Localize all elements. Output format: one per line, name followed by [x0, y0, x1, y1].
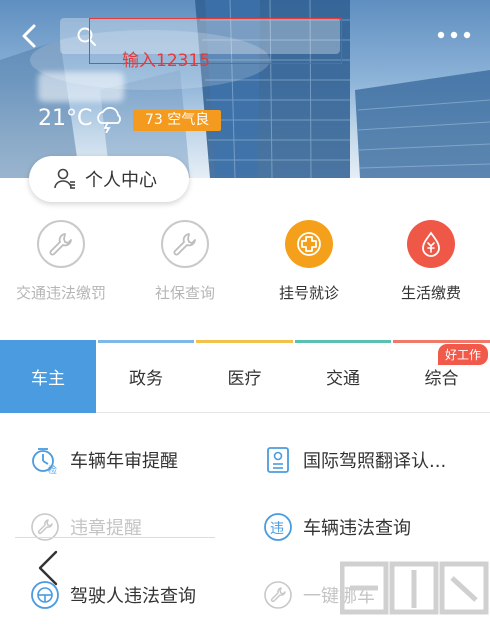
wrench-icon — [161, 220, 209, 268]
user-center-label: 个人中心 — [85, 170, 157, 191]
category-tabs: 车主 政务 医疗 交通 综合 — [0, 340, 490, 413]
tab-label: 政务 — [129, 369, 163, 389]
service-label: 车辆年审提醒 — [70, 451, 178, 472]
service-label: 驾驶人违法查询 — [70, 586, 196, 607]
service-label: 国际驾照翻译认... — [303, 451, 447, 472]
quick-service-social-security[interactable]: 社保查询 — [130, 220, 240, 303]
quick-service-label: 社保查询 — [154, 284, 215, 302]
tab-label: 交通 — [326, 369, 360, 389]
tab-label: 医疗 — [227, 369, 262, 389]
quick-service-label: 挂号就诊 — [278, 284, 339, 302]
back-arrow-icon[interactable] — [14, 20, 46, 52]
service-label: 车辆违法查询 — [303, 518, 411, 539]
service-annual-inspection[interactable]: 检 车辆年审提醒 — [30, 445, 178, 475]
tab-car-owner[interactable]: 车主 — [0, 340, 96, 413]
payment-drop-icon — [407, 220, 455, 268]
more-dots-icon[interactable] — [436, 28, 472, 42]
wrench-icon — [264, 581, 292, 609]
divider — [15, 537, 215, 538]
temperature: 21°C — [38, 106, 93, 131]
user-center-button[interactable]: 个人中心 — [29, 156, 189, 202]
tab-label: 车主 — [31, 369, 65, 389]
wrench-icon — [37, 220, 85, 268]
tab-medical[interactable]: 医疗 — [196, 340, 293, 413]
quick-service-hospital[interactable]: 挂号就诊 — [254, 220, 364, 303]
quick-service-label: 生活缴费 — [400, 284, 461, 302]
quick-service-traffic-fine[interactable]: 交通违法缴罚 — [6, 220, 116, 303]
service-intl-license[interactable]: 国际驾照翻译认... — [263, 445, 446, 475]
inspection-icon: 检 — [32, 448, 57, 475]
watermark-logo — [340, 561, 489, 615]
tab-label: 综合 — [424, 369, 459, 389]
aqi-badge: 73 空气良 — [133, 110, 222, 131]
hot-badge: 好工作 — [438, 344, 489, 365]
blurred-location — [38, 72, 124, 102]
user-profile-icon — [54, 168, 75, 189]
thunderstorm-icon — [97, 107, 121, 133]
violation-icon: 违 — [264, 513, 292, 541]
tab-government[interactable]: 政务 — [98, 340, 194, 413]
quick-service-label: 交通违法缴罚 — [15, 284, 106, 302]
svg-text:检: 检 — [48, 464, 57, 475]
annotation-text: 输入12315 — [122, 51, 211, 71]
medical-cross-icon — [285, 220, 333, 268]
license-doc-icon — [267, 447, 289, 473]
quick-service-utility-payment[interactable]: 生活缴费 — [376, 220, 486, 303]
chevron-left-icon[interactable] — [36, 548, 60, 588]
service-vehicle-violation[interactable]: 违 车辆违法查询 — [263, 512, 411, 542]
svg-text:违: 违 — [270, 521, 284, 537]
tab-transport[interactable]: 交通 — [295, 340, 391, 413]
